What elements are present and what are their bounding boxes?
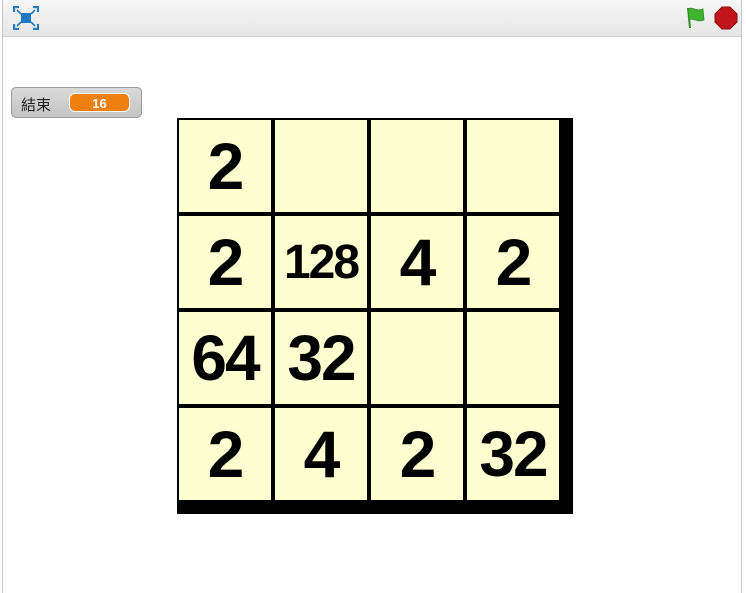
board-tile — [371, 312, 463, 404]
board-tile: 2 — [179, 408, 271, 500]
board-tile — [275, 120, 367, 212]
board-tile: 32 — [467, 408, 559, 500]
game-board: 2 2 128 4 2 64 32 2 4 2 32 — [177, 118, 573, 514]
board-tile: 2 — [179, 216, 271, 308]
scratch-player-window: 結束 16 2 2 128 4 2 64 32 2 4 2 32 — [2, 0, 742, 593]
board-tile: 4 — [371, 216, 463, 308]
board-tile: 64 — [179, 312, 271, 404]
board-tile: 4 — [275, 408, 367, 500]
player-toolbar — [3, 0, 741, 37]
board-tile: 2 — [371, 408, 463, 500]
variable-value: 16 — [69, 93, 130, 112]
stop-sign-icon[interactable] — [714, 6, 738, 30]
board-tile: 2 — [467, 216, 559, 308]
board-tile — [371, 120, 463, 212]
fullscreen-icon[interactable] — [12, 5, 40, 31]
board-tile: 32 — [275, 312, 367, 404]
board-tile — [467, 120, 559, 212]
stage[interactable]: 結束 16 2 2 128 4 2 64 32 2 4 2 32 — [3, 37, 741, 593]
board-tile: 128 — [275, 216, 367, 308]
variable-label: 結束 — [21, 96, 52, 114]
board-tile — [467, 312, 559, 404]
green-flag-icon[interactable] — [683, 6, 707, 30]
board-tile: 2 — [179, 120, 271, 212]
variable-monitor[interactable]: 結束 16 — [11, 87, 142, 118]
